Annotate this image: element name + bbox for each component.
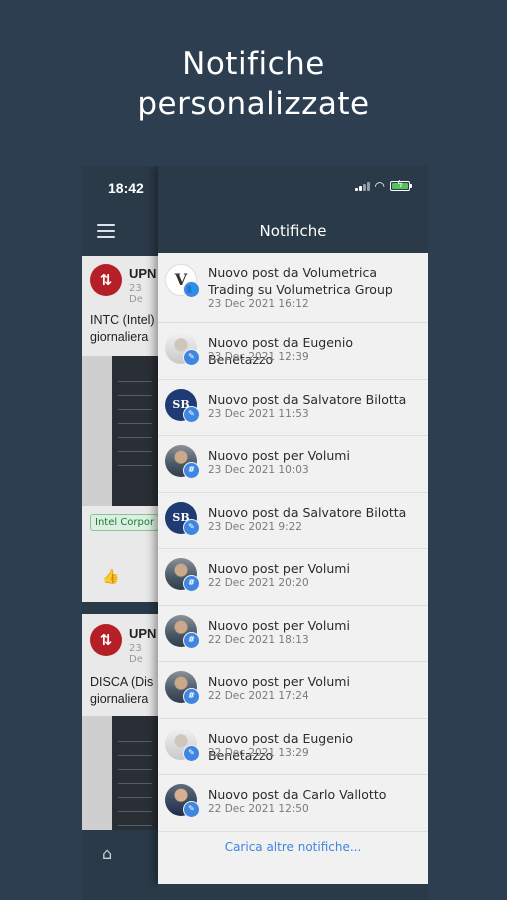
feed-date: 23 De [129,643,143,665]
like-icon[interactable]: 👍 [102,569,119,585]
feed-date: 23 De [129,283,143,305]
notification-title: Nuovo post per Volumi [208,674,350,689]
notification-item[interactable]: ✎ Nuovo post da Eugenio Benetazzo 23 Dec… [158,323,428,380]
notification-title: Nuovo post da Volumetrica Trading su Vol… [208,265,393,297]
feed-text: DISCA (Dis [90,675,154,689]
notification-title: Nuovo post per Volumi [208,561,350,576]
signal-icon [354,181,370,191]
notification-item[interactable]: ✎ Nuovo post da Carlo Vallotto 22 Dec 20… [158,775,428,832]
home-icon[interactable]: ⌂ [102,844,112,863]
notification-title: Nuovo post da Salvatore Bilotta [208,504,407,520]
notification-date: 22 Dec 2021 17:24 [208,690,309,702]
notification-item[interactable]: # Nuovo post per Volumi 22 Dec 2021 18:1… [158,605,428,662]
feed-text: giornaliera [90,692,149,706]
notification-date: 22 Dec 2021 18:13 [208,633,309,646]
load-more-link[interactable]: Carica altre notifiche... [158,840,428,854]
feed-card[interactable]: ⇅ UPN 23 De DISCA (Dis giornaliera [82,614,158,830]
feed-author: UPN [129,266,157,281]
notification-title: Nuovo post per Volumi [208,448,350,463]
brand-logo-icon: ⇅ [90,264,122,296]
hashtag-icon: # [183,631,200,649]
drawer-header: ◠ ϟ Notifiche [158,166,428,253]
notification-item[interactable]: ✎ Nuovo post da Eugenio Benetazzo 22 Dec… [158,718,428,775]
status-time: 18:42 [108,180,144,196]
notification-item[interactable]: # Nuovo post per Volumi 23 Dec 2021 10:0… [158,436,428,493]
promo-title: Notifiche personalizzate [0,44,507,124]
notification-list: V 👥 Nuovo post da Volumetrica Trading su… [158,253,428,832]
notification-date: 22 Dec 2021 20:20 [208,577,309,589]
notification-item[interactable]: # Nuovo post per Volumi 22 Dec 2021 17:2… [158,662,428,719]
notification-date: 23 Dec 2021 10:03 [208,464,309,476]
background-app: 18:42 ⇅ UPN 23 De INTC (Intel) giornalie… [82,166,160,900]
post-icon: ✎ [183,518,200,536]
notification-title: Nuovo post per Volumi [208,617,350,633]
post-icon: ✎ [183,349,200,366]
post-icon: ✎ [183,801,200,818]
notification-item[interactable]: SB ✎ Nuovo post da Salvatore Bilotta 23 … [158,492,428,549]
promo-title-line1: Notifiche [182,46,325,82]
notification-date: 23 Dec 2021 16:12 [208,298,309,310]
notification-date: 23 Dec 2021 9:22 [208,520,302,533]
hashtag-icon: # [183,462,200,479]
drawer-bottom-bar [158,884,428,900]
feed-chart [82,716,112,830]
feed-chart [82,356,112,506]
brand-logo-icon: ⇅ [90,624,122,656]
feed-tag[interactable]: Intel Corpor [90,514,160,531]
feed-chart [112,716,158,830]
tab-bar: ⌂ [82,830,158,900]
feed-chart [112,356,158,506]
phone-screen: 18:42 ⇅ UPN 23 De INTC (Intel) giornalie… [82,166,428,900]
promo-title-line2: personalizzate [137,86,370,122]
notification-date: 23 Dec 2021 11:53 [208,407,309,420]
notification-item[interactable]: # Nuovo post per Volumi 22 Dec 2021 20:2… [158,549,428,606]
feed-text: giornaliera [90,330,149,344]
post-icon: ✎ [183,405,200,423]
feed-card[interactable]: ⇅ UPN 23 De INTC (Intel) giornaliera Int… [82,256,160,602]
notification-date: 22 Dec 2021 12:50 [208,803,309,815]
feed-author: UPN [129,626,157,641]
hashtag-icon: # [183,575,200,592]
notification-date: 22 Dec 2021 13:29 [208,746,309,759]
notification-item[interactable]: SB ✎ Nuovo post da Salvatore Bilotta 23 … [158,379,428,436]
drawer-title: Notifiche [259,222,327,240]
hamburger-menu-icon[interactable] [97,224,115,242]
notification-item[interactable]: V 👥 Nuovo post da Volumetrica Trading su… [158,253,428,323]
notification-date: 23 Dec 2021 12:39 [208,351,309,363]
wifi-icon: ◠ [374,179,385,193]
battery-icon: ϟ [390,180,412,191]
status-icons: ◠ ϟ [354,179,412,193]
notifications-drawer: ◠ ϟ Notifiche V 👥 Nuovo post da Volumetr… [158,166,428,884]
hashtag-icon: # [183,688,200,705]
notification-title: Nuovo post da Carlo Vallotto [208,787,387,802]
post-icon: ✎ [183,744,200,762]
feed-text: INTC (Intel) [90,313,155,327]
notification-title: Nuovo post da Salvatore Bilotta [208,391,407,407]
group-icon: 👥 [183,281,200,298]
